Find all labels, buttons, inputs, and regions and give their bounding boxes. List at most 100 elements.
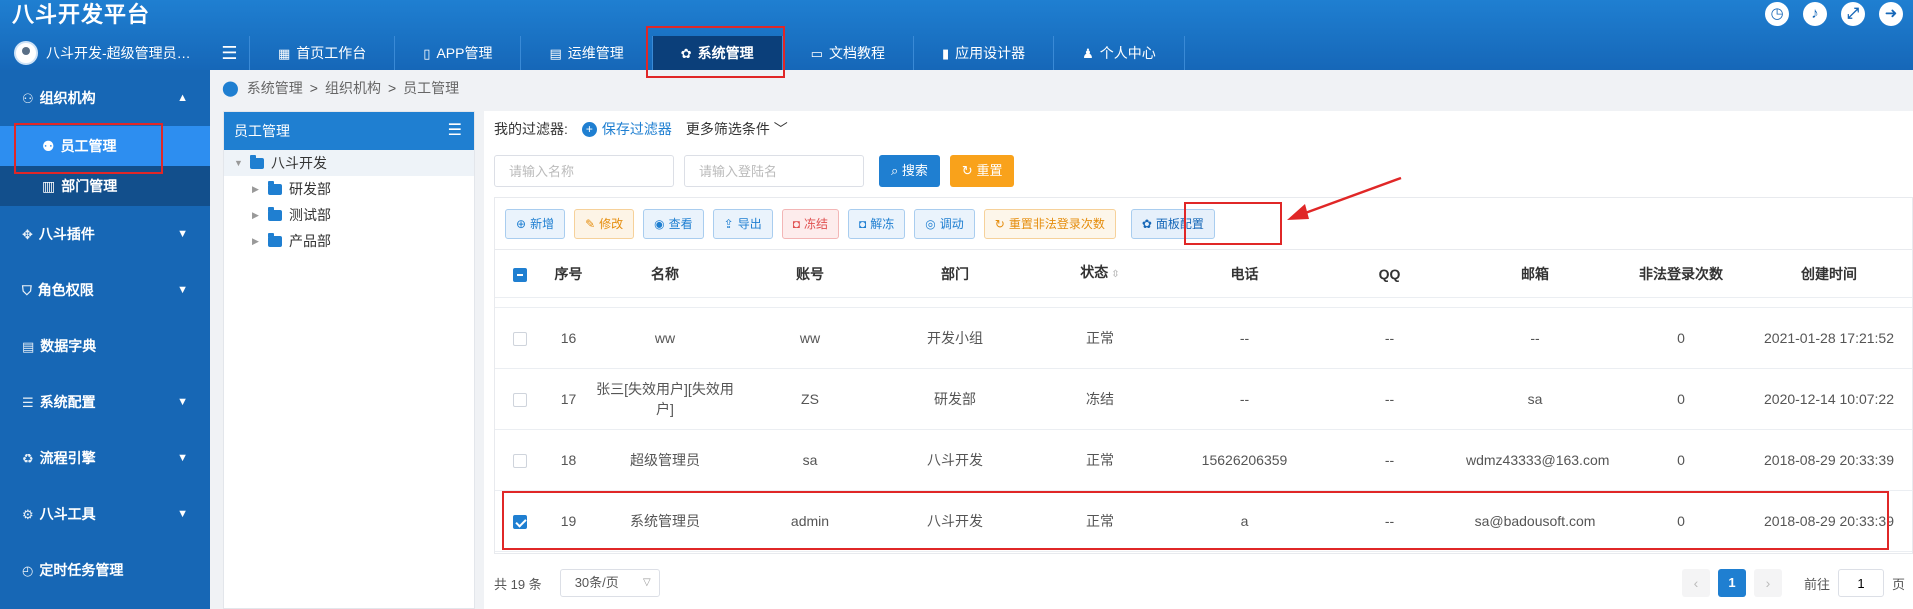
sidebar-group-tools[interactable]: ⚙ 八斗工具 ▼ [0, 486, 210, 542]
reset-button[interactable]: ↻ 重置 [949, 155, 1015, 187]
more-filters-dropdown[interactable]: 更多筛选条件 ﹀ [686, 119, 788, 139]
tree-node[interactable]: ▶ 测试部 [224, 202, 474, 228]
eye-icon: ◉ [654, 216, 665, 231]
select-all-checkbox[interactable] [513, 267, 527, 282]
main-content: 我的过滤器: +保存过滤器 更多筛选条件 ﹀ ⌕ 搜索 ↻ 重置 ⊕新增 ✎修改… [484, 111, 1913, 609]
page-number[interactable]: 1 [1717, 569, 1746, 597]
chevron-down-icon: ▽ [642, 577, 651, 588]
edit-button[interactable]: ✎ 修改 [574, 208, 635, 239]
pagination-bar: 共 19 条 30条/页▽ ‹ 1 › 前往 页 [494, 565, 1913, 601]
unfreeze-button[interactable]: ◘ 解冻 [848, 208, 906, 239]
sidebar: ⚇ 组织机构 ▲ ⚉ 员工管理 ▥ 部门管理 ✥ 八斗插件 ▼ ⛉ 角色权限 ▼ ▤ 数据字典 ☰… [0, 70, 210, 609]
caret-right-icon[interactable]: ▶ [252, 176, 262, 202]
table-row[interactable]: 18 超级管理员 sa 八斗开发 正常 15626206359 -- wdmz4… [495, 430, 1912, 491]
sidebar-item-dept[interactable]: ▥ 部门管理 [0, 166, 210, 206]
next-page-button[interactable]: › [1753, 569, 1782, 597]
panel-config-button[interactable]: ✿ 面板配置 [1130, 208, 1215, 239]
prev-page-button[interactable]: ‹ [1681, 569, 1710, 597]
tab-profile[interactable]: ♟ 个人中心 [1054, 36, 1185, 70]
tree-node-root[interactable]: ▼ 八斗开发 [224, 150, 474, 176]
user-menu[interactable]: 八斗开发-超级管理员… [0, 36, 210, 70]
staff-table: 序号 名称 账号 部门 状态 ⇳ 电话 QQ 邮箱 非法登录次数 创建时间 16 … [494, 249, 1913, 554]
sidebar-group-roles[interactable]: ⛉ 角色权限 ▼ [0, 262, 210, 318]
sort-icon[interactable]: ⇳ [1111, 269, 1119, 280]
chevron-up-icon: ▲ [177, 92, 188, 104]
book-icon: ▭ [810, 46, 823, 61]
transfer-icon: ◎ [925, 216, 936, 231]
lock-icon: ◘ [792, 216, 800, 231]
export-icon: ⇪ [723, 216, 734, 231]
col-header: 序号 [554, 265, 583, 282]
save-filter-button[interactable]: + 保存过滤器 [581, 119, 672, 139]
row-checkbox[interactable] [513, 393, 527, 408]
sidebar-group-workflow[interactable]: ♻ 流程引擎 ▼ [0, 430, 210, 486]
sidebar-group-plugins[interactable]: ✥ 八斗插件 ▼ [0, 206, 210, 262]
pencil-icon: ✎ [585, 216, 596, 231]
dept-tree-panel: 员工管理 ☰ ▼ 八斗开发 ▶ 研发部 ▶ 测试部 ▶ 产品部 [223, 111, 475, 609]
menu-toggle-icon[interactable]: ☰ [210, 36, 250, 70]
sidebar-item-staff[interactable]: ⚉ 员工管理 [0, 126, 210, 166]
breadcrumb-item[interactable]: 系统管理 [247, 78, 303, 98]
tab-home[interactable]: ▦ 首页工作台 [250, 36, 396, 70]
table-row-selected[interactable]: 19 系统管理员 admin 八斗开发 正常 a -- sa@badousoft… [495, 491, 1912, 552]
tab-ops[interactable]: ▤ 运维管理 [521, 36, 653, 70]
add-button[interactable]: ⊕ 新增 [505, 208, 566, 239]
chevron-down-icon: ▼ [177, 228, 188, 240]
login-search-input[interactable] [684, 155, 864, 187]
tree-node[interactable]: ▶ 研发部 [224, 176, 474, 202]
tab-designer[interactable]: ▮ 应用设计器 [914, 36, 1055, 70]
view-button[interactable]: ◉ 查看 [643, 208, 704, 239]
name-search-input[interactable] [494, 155, 674, 187]
chevron-down-icon: ▼ [177, 284, 188, 296]
reset-login-count-button[interactable]: ↻ 重置非法登录次数 [983, 208, 1116, 239]
search-bar: ⌕ 搜索 ↻ 重置 [494, 155, 1015, 187]
tree-node[interactable]: ▶ 产品部 [224, 228, 474, 254]
sidebar-group-org[interactable]: ⚇ 组织机构 ▲ [0, 70, 210, 126]
sidebar-group-config[interactable]: ☰ 系统配置 ▼ [0, 374, 210, 430]
table-header-row: 序号 名称 账号 部门 状态 ⇳ 电话 QQ 邮箱 非法登录次数 创建时间 [495, 250, 1912, 298]
logout-icon[interactable]: ➜ [1879, 2, 1903, 26]
goto-page-input[interactable] [1837, 569, 1884, 597]
page-size-select[interactable]: 30条/页 ▽ [559, 569, 660, 597]
tab-docs[interactable]: ▭ 文档教程 [783, 36, 914, 70]
design-icon: ▮ [941, 46, 950, 61]
tab-app[interactable]: ▯ APP管理 [395, 36, 522, 70]
dept-icon: ▥ [42, 178, 56, 194]
list-menu-icon[interactable]: ☰ [448, 112, 462, 150]
caret-down-icon[interactable]: ▼ [234, 150, 244, 176]
sidebar-group-dict[interactable]: ▤ 数据字典 [0, 318, 210, 374]
plus-icon: ⊕ [516, 216, 527, 231]
col-header: QQ [1378, 265, 1401, 282]
col-header-status[interactable]: 状态 ⇳ [1028, 262, 1172, 285]
caret-right-icon[interactable]: ▶ [252, 202, 262, 228]
table-row[interactable]: 17 张三[失效用户][失效用户] ZS 研发部 冻结 -- -- sa 0 2… [495, 369, 1912, 430]
pager: ‹ 1 › 前往 页 [1681, 569, 1905, 597]
export-button[interactable]: ⇪ 导出 [712, 208, 773, 239]
col-header: 部门 [941, 265, 969, 282]
tree-header: 员工管理 ☰ [224, 112, 474, 150]
chevron-down-icon: ▼ [177, 452, 188, 464]
tools-icon: ⚙ [22, 507, 34, 522]
search-icon: ⌕ [891, 163, 899, 178]
user-name: 八斗开发-超级管理员… [46, 45, 191, 61]
gear-icon: ✿ [1141, 216, 1152, 231]
folder-icon [250, 154, 264, 169]
freeze-button[interactable]: ◘ 冻结 [781, 208, 839, 239]
row-checkbox[interactable] [513, 515, 527, 530]
clock-icon[interactable]: ◷ [1765, 2, 1789, 26]
plus-circle-icon: + [581, 121, 597, 137]
breadcrumb-item[interactable]: 组织机构 [325, 78, 381, 98]
bell-icon[interactable]: ♪ [1803, 2, 1827, 26]
fullscreen-icon[interactable]: ⤢ [1841, 2, 1865, 26]
transfer-button[interactable]: ◎ 调动 [914, 208, 975, 239]
row-checkbox[interactable] [513, 454, 527, 469]
org-icon: ⚇ [22, 91, 34, 106]
tab-system[interactable]: ✿ 系统管理 [652, 36, 783, 70]
sidebar-group-cron[interactable]: ◴ 定时任务管理 [0, 542, 210, 598]
col-header: 非法登录次数 [1639, 265, 1723, 282]
table-row[interactable]: 16 ww ww 开发小组 正常 -- -- -- 0 2021-01-28 1… [495, 308, 1912, 369]
row-checkbox[interactable] [513, 332, 527, 347]
search-button[interactable]: ⌕ 搜索 [879, 155, 940, 187]
plugin-icon: ✥ [22, 227, 33, 242]
caret-right-icon[interactable]: ▶ [252, 228, 262, 254]
